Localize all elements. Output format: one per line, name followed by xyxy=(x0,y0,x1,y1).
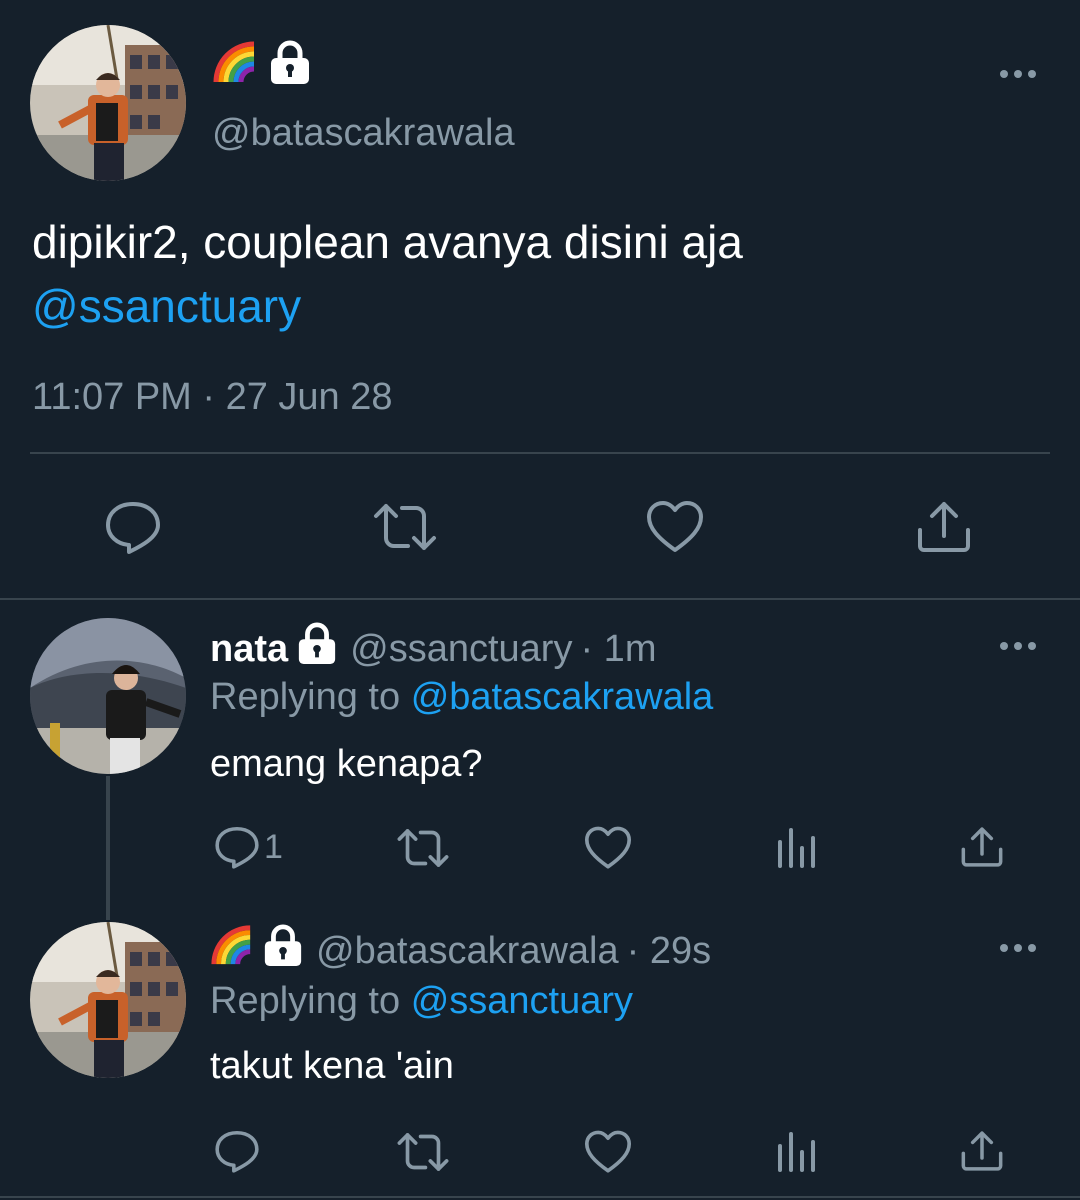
more-options-icon[interactable] xyxy=(998,636,1038,661)
analytics-icon xyxy=(778,828,815,868)
share-icon xyxy=(961,1131,1003,1171)
analytics-button[interactable] xyxy=(776,826,816,870)
reply-button[interactable] xyxy=(104,498,162,556)
like-button[interactable] xyxy=(584,826,632,870)
retweet-button[interactable] xyxy=(396,826,450,870)
replying-to-handle[interactable]: @ssanctuary xyxy=(411,980,633,1022)
share-button[interactable] xyxy=(960,1130,1004,1172)
share-icon xyxy=(918,502,970,552)
tweet-text: dipikir2, couplean avanya disini aja @ss… xyxy=(32,210,1042,338)
reply-text: takut kena 'ain xyxy=(210,1045,454,1087)
analytics-button[interactable] xyxy=(776,1130,816,1174)
heart-icon xyxy=(584,826,632,869)
retweet-icon xyxy=(397,1133,449,1171)
reply-handle[interactable]: @batascakrawala xyxy=(316,930,619,973)
heart-icon xyxy=(647,501,703,552)
mention-link[interactable]: @ssanctuary xyxy=(32,274,1042,338)
share-button[interactable] xyxy=(960,826,1004,868)
replying-to-line: Replying to @batascakrawala xyxy=(210,672,713,722)
reply-text: emang kenapa? xyxy=(210,743,483,785)
lock-icon xyxy=(296,622,338,676)
like-button[interactable] xyxy=(646,500,704,554)
reply-time[interactable]: · 1m xyxy=(580,628,656,671)
retweet-icon xyxy=(397,829,449,867)
reply-icon xyxy=(106,502,160,554)
thread-connector xyxy=(106,776,110,920)
divider xyxy=(30,452,1050,454)
analytics-icon xyxy=(778,1132,815,1172)
reply-header[interactable]: @batascakrawala · 29s xyxy=(210,924,711,978)
tweet-timestamp[interactable]: 11:07 PM · 27 Jun 28 xyxy=(32,372,393,422)
share-button[interactable] xyxy=(916,500,972,554)
like-button[interactable] xyxy=(584,1130,632,1174)
reply-icon xyxy=(215,826,259,869)
replying-to-label: Replying to xyxy=(210,980,401,1022)
lock-icon xyxy=(262,924,304,978)
reply-avatar[interactable] xyxy=(30,922,186,1078)
reply-count: 1 xyxy=(264,827,283,866)
bottom-divider xyxy=(0,1196,1080,1198)
retweet-button[interactable] xyxy=(372,500,438,554)
reply-icon xyxy=(215,1130,259,1173)
author-handle[interactable]: @batascakrawala xyxy=(212,108,515,158)
reply-avatar[interactable] xyxy=(30,618,186,774)
author-display-name[interactable] xyxy=(212,40,312,90)
rainbow-emoji xyxy=(212,40,258,91)
reply-display-name[interactable]: nata xyxy=(210,628,288,671)
reply-handle[interactable]: @ssanctuary xyxy=(350,628,572,671)
replying-to-line: Replying to @ssanctuary xyxy=(210,976,633,1026)
replying-to-label: Replying to xyxy=(210,676,401,718)
share-icon xyxy=(961,827,1003,867)
reply-button[interactable] xyxy=(214,1128,260,1174)
heart-icon xyxy=(584,1130,632,1173)
replying-to-handle[interactable]: @batascakrawala xyxy=(411,676,714,718)
retweet-icon xyxy=(374,504,436,550)
tweet-text-line: dipikir2, couplean avanya disini aja xyxy=(32,216,743,268)
more-options-icon[interactable] xyxy=(998,938,1038,963)
reply-button[interactable]: 1 xyxy=(214,824,283,870)
reply-header[interactable]: nata @ssanctuary · 1m xyxy=(210,622,656,676)
retweet-button[interactable] xyxy=(396,1130,450,1174)
rainbow-emoji xyxy=(210,924,254,978)
section-divider xyxy=(0,598,1080,600)
lock-icon xyxy=(268,40,312,91)
author-avatar[interactable] xyxy=(30,25,186,181)
reply-time[interactable]: · 29s xyxy=(627,930,711,973)
more-options-icon[interactable] xyxy=(998,64,1038,89)
